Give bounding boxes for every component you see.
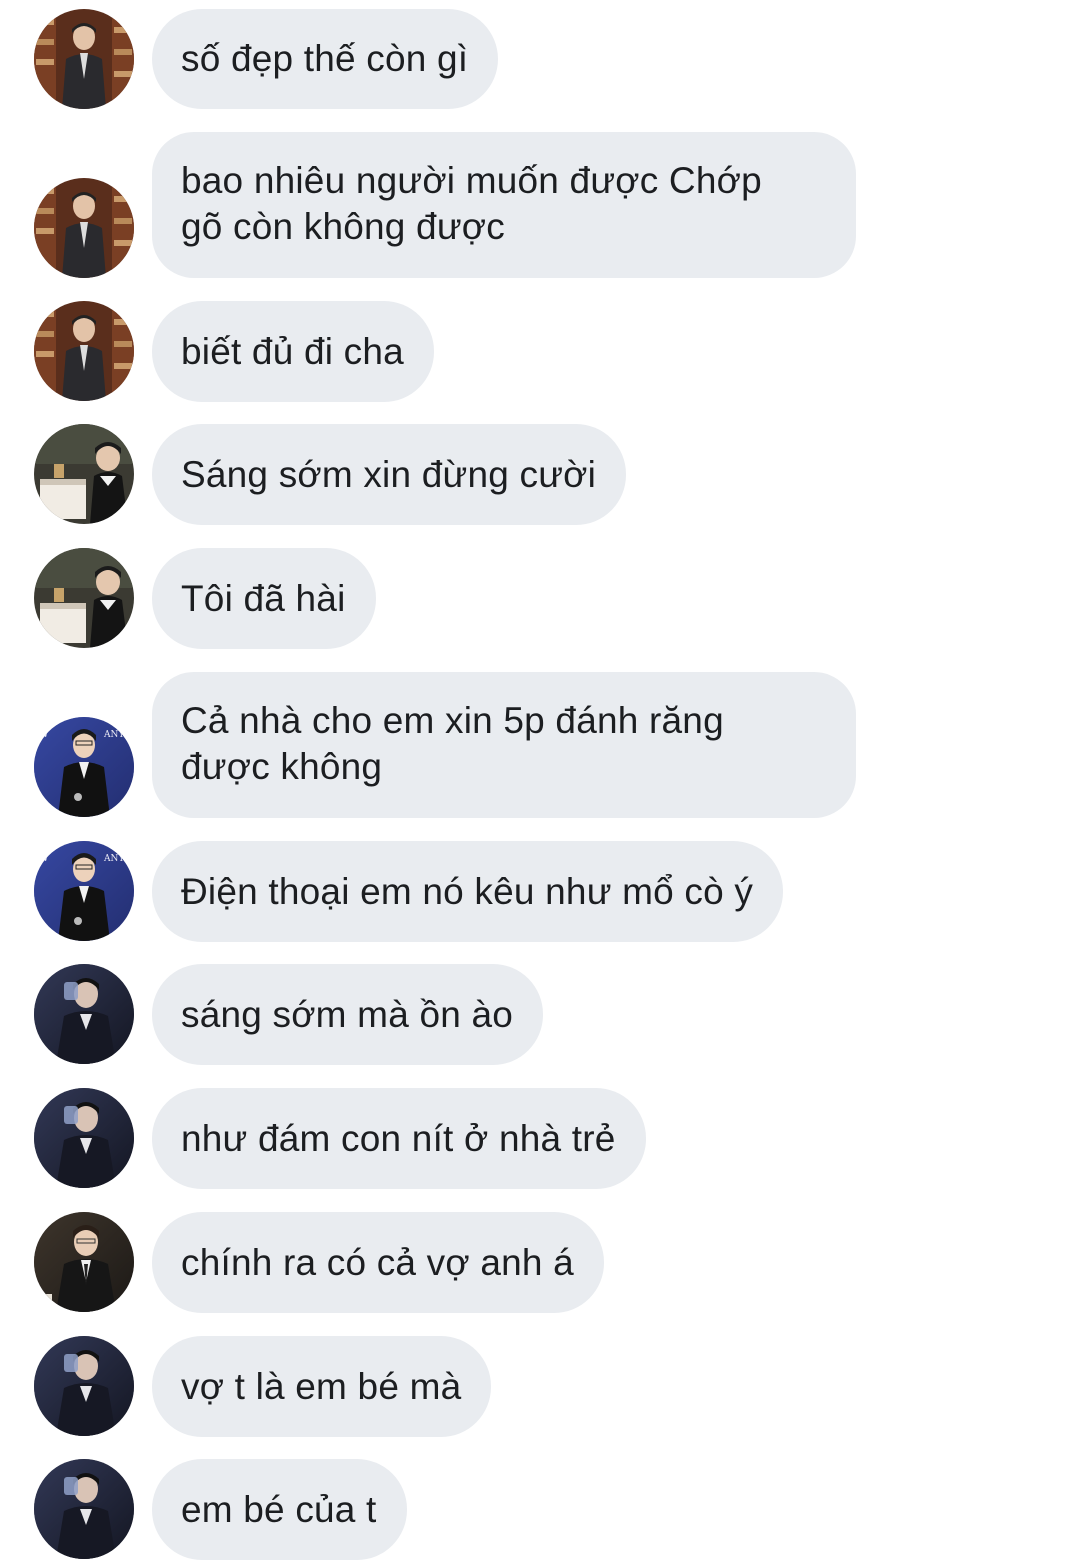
message-bubble[interactable]: Cả nhà cho em xin 5p đánh răng được khôn… [152,672,856,818]
message-bubble[interactable]: Điện thoại em nó kêu như mổ cò ý [152,841,784,942]
avatar[interactable] [34,424,134,524]
avatar[interactable] [34,1212,134,1312]
avatar[interactable] [34,548,134,648]
avatar[interactable] [34,717,134,817]
message-bubble[interactable]: Sáng sớm xin đừng cười [152,424,627,525]
message-bubble[interactable]: vợ t là em bé mà [152,1336,492,1437]
message-bubble[interactable]: số đẹp thế còn gì [152,9,499,109]
avatar[interactable] [34,1336,134,1436]
avatar[interactable] [34,178,134,278]
message-bubble[interactable]: em bé của t [152,1459,407,1560]
avatar[interactable] [34,1088,134,1188]
avatar[interactable] [34,1459,134,1559]
avatar[interactable] [34,841,134,941]
avatar[interactable] [34,964,134,1064]
message-bubble[interactable]: sáng sớm mà ồn ào [152,964,544,1065]
message-bubble[interactable]: biết đủ đi cha [152,301,434,402]
message-bubble[interactable]: Tôi đã hài [152,548,376,649]
message-bubble[interactable]: chính ra có cả vợ anh á [152,1212,604,1313]
avatar[interactable] [34,9,134,109]
avatar[interactable] [34,301,134,401]
message-bubble[interactable]: như đám con nít ở nhà trẻ [152,1088,646,1189]
message-bubble[interactable]: bao nhiêu người muốn được Chớp gõ còn kh… [152,132,856,278]
